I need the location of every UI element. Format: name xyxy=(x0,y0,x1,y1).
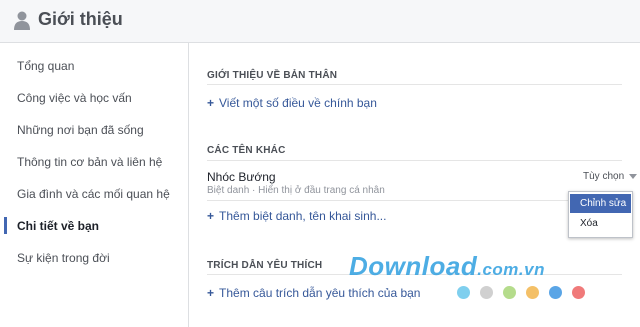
plus-icon: + xyxy=(207,209,215,223)
sidebar-item-label: Gia đình và các mối quan hệ xyxy=(17,187,170,201)
nickname-description: Biệt danh · Hiển thị ở đầu trang cá nhân xyxy=(207,185,385,196)
menu-item-delete[interactable]: Xóa xyxy=(570,214,631,233)
section-title-other-names: CÁC TÊN KHÁC xyxy=(207,145,286,156)
options-dropdown-button[interactable]: Tùy chọn xyxy=(583,171,638,182)
sidebar: Tổng quan Công việc và học vấn Những nơi… xyxy=(0,43,189,327)
section-divider xyxy=(207,200,622,201)
sidebar-item-overview[interactable]: Tổng quan xyxy=(0,51,188,81)
sidebar-item-family[interactable]: Gia đình và các mối quan hệ xyxy=(0,179,188,209)
sidebar-item-label: Tổng quan xyxy=(17,59,75,73)
section-title-about: GIỚI THIỆU VỀ BẢN THÂN xyxy=(207,70,338,81)
watermark-dot xyxy=(572,286,585,299)
watermark-dot xyxy=(526,286,539,299)
watermark-logo: Download.com.vn xyxy=(349,251,545,281)
menu-item-edit[interactable]: Chỉnh sửa xyxy=(570,194,631,213)
watermark-dot xyxy=(480,286,493,299)
nickname-value: Nhóc Bướng xyxy=(207,170,276,184)
plus-icon: + xyxy=(207,96,215,110)
watermark-dot xyxy=(457,286,470,299)
add-quote-link[interactable]: + Thêm câu trích dẫn yêu thích của bạn xyxy=(207,286,420,300)
sidebar-item-details-about-you[interactable]: Chi tiết về bạn xyxy=(0,211,188,241)
active-indicator xyxy=(4,217,7,234)
watermark-dots xyxy=(457,286,597,300)
sidebar-item-label: Chi tiết về bạn xyxy=(17,219,100,233)
options-menu: Chỉnh sửa Xóa xyxy=(568,191,633,238)
plus-icon: + xyxy=(207,286,215,300)
person-icon xyxy=(14,11,30,30)
section-title-quotes: TRÍCH DẪN YÊU THÍCH xyxy=(207,260,323,271)
watermark-dot xyxy=(549,286,562,299)
section-divider xyxy=(207,84,622,85)
sidebar-item-contact-info[interactable]: Thông tin cơ bản và liên hệ xyxy=(0,147,188,177)
sidebar-item-label: Công việc và học vấn xyxy=(17,91,132,105)
page-title: Giới thiệu xyxy=(38,9,123,29)
sidebar-item-label: Những nơi bạn đã sống xyxy=(17,123,144,137)
page-header: Giới thiệu xyxy=(0,0,640,43)
sidebar-item-work-education[interactable]: Công việc và học vấn xyxy=(0,83,188,113)
sidebar-item-label: Sự kiện trong đời xyxy=(17,251,110,265)
sidebar-item-life-events[interactable]: Sự kiện trong đời xyxy=(0,243,188,273)
caret-down-icon xyxy=(629,173,638,179)
main-content: GIỚI THIỆU VỀ BẢN THÂN + Viết một số điều… xyxy=(189,43,640,327)
add-nickname-link[interactable]: + Thêm biệt danh, tên khai sinh... xyxy=(207,209,386,223)
add-about-link[interactable]: + Viết một số điều về chính bạn xyxy=(207,96,377,110)
sidebar-item-label: Thông tin cơ bản và liên hệ xyxy=(17,155,163,169)
about-page: Giới thiệu Tổng quan Công việc và học vấ… xyxy=(0,0,640,327)
section-divider xyxy=(207,160,622,161)
sidebar-item-places-lived[interactable]: Những nơi bạn đã sống xyxy=(0,115,188,145)
watermark-dot xyxy=(503,286,516,299)
